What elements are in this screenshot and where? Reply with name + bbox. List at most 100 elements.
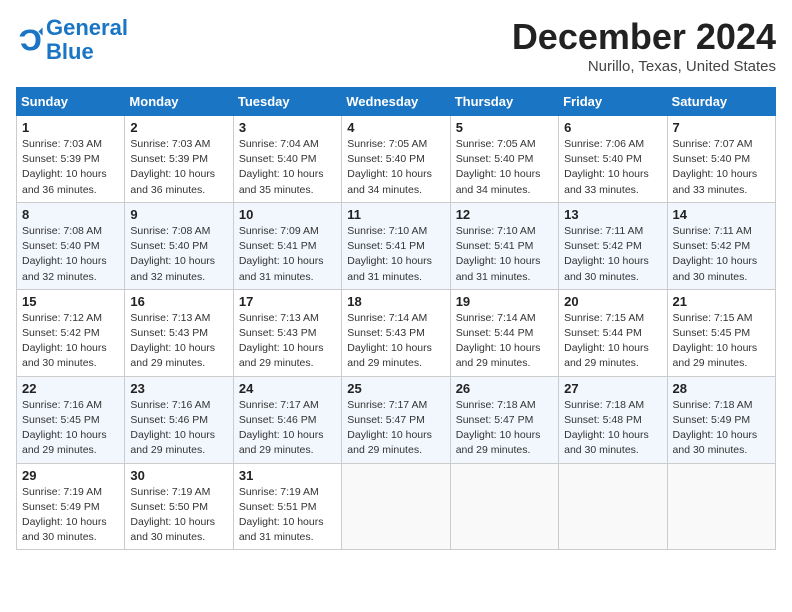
- day-number: 23: [130, 381, 227, 396]
- calendar-cell: 19 Sunrise: 7:14 AMSunset: 5:44 PMDaylig…: [450, 289, 558, 376]
- calendar-cell: 11 Sunrise: 7:10 AMSunset: 5:41 PMDaylig…: [342, 202, 450, 289]
- day-info: Sunrise: 7:10 AMSunset: 5:41 PMDaylight:…: [347, 225, 432, 283]
- calendar-cell: 23 Sunrise: 7:16 AMSunset: 5:46 PMDaylig…: [125, 376, 233, 463]
- day-info: Sunrise: 7:14 AMSunset: 5:43 PMDaylight:…: [347, 312, 432, 370]
- day-number: 25: [347, 381, 444, 396]
- day-info: Sunrise: 7:19 AMSunset: 5:49 PMDaylight:…: [22, 486, 107, 544]
- main-title: December 2024: [512, 16, 776, 58]
- day-info: Sunrise: 7:18 AMSunset: 5:48 PMDaylight:…: [564, 399, 649, 457]
- day-info: Sunrise: 7:08 AMSunset: 5:40 PMDaylight:…: [130, 225, 215, 283]
- day-number: 4: [347, 120, 444, 135]
- day-info: Sunrise: 7:03 AMSunset: 5:39 PMDaylight:…: [130, 138, 215, 196]
- calendar-cell: [559, 463, 667, 550]
- calendar-cell: 8 Sunrise: 7:08 AMSunset: 5:40 PMDayligh…: [17, 202, 125, 289]
- logo: General Blue: [16, 16, 128, 64]
- day-info: Sunrise: 7:13 AMSunset: 5:43 PMDaylight:…: [130, 312, 215, 370]
- calendar-cell: 16 Sunrise: 7:13 AMSunset: 5:43 PMDaylig…: [125, 289, 233, 376]
- calendar-cell: 3 Sunrise: 7:04 AMSunset: 5:40 PMDayligh…: [233, 116, 341, 203]
- day-info: Sunrise: 7:06 AMSunset: 5:40 PMDaylight:…: [564, 138, 649, 196]
- calendar-cell: 24 Sunrise: 7:17 AMSunset: 5:46 PMDaylig…: [233, 376, 341, 463]
- logo-icon: [16, 26, 44, 54]
- calendar-table: SundayMondayTuesdayWednesdayThursdayFrid…: [16, 87, 776, 550]
- calendar-cell: 26 Sunrise: 7:18 AMSunset: 5:47 PMDaylig…: [450, 376, 558, 463]
- calendar-cell: [342, 463, 450, 550]
- calendar-cell: 7 Sunrise: 7:07 AMSunset: 5:40 PMDayligh…: [667, 116, 775, 203]
- calendar-cell: 14 Sunrise: 7:11 AMSunset: 5:42 PMDaylig…: [667, 202, 775, 289]
- day-info: Sunrise: 7:19 AMSunset: 5:51 PMDaylight:…: [239, 486, 324, 544]
- calendar-cell: 20 Sunrise: 7:15 AMSunset: 5:44 PMDaylig…: [559, 289, 667, 376]
- calendar-cell: 4 Sunrise: 7:05 AMSunset: 5:40 PMDayligh…: [342, 116, 450, 203]
- day-number: 17: [239, 294, 336, 309]
- day-info: Sunrise: 7:15 AMSunset: 5:45 PMDaylight:…: [673, 312, 758, 370]
- header-friday: Friday: [559, 88, 667, 116]
- day-number: 24: [239, 381, 336, 396]
- calendar-cell: 21 Sunrise: 7:15 AMSunset: 5:45 PMDaylig…: [667, 289, 775, 376]
- day-info: Sunrise: 7:03 AMSunset: 5:39 PMDaylight:…: [22, 138, 107, 196]
- day-number: 31: [239, 468, 336, 483]
- calendar-week-1: 1 Sunrise: 7:03 AMSunset: 5:39 PMDayligh…: [17, 116, 776, 203]
- day-info: Sunrise: 7:19 AMSunset: 5:50 PMDaylight:…: [130, 486, 215, 544]
- day-number: 18: [347, 294, 444, 309]
- calendar-cell: 27 Sunrise: 7:18 AMSunset: 5:48 PMDaylig…: [559, 376, 667, 463]
- day-info: Sunrise: 7:17 AMSunset: 5:47 PMDaylight:…: [347, 399, 432, 457]
- calendar-week-5: 29 Sunrise: 7:19 AMSunset: 5:49 PMDaylig…: [17, 463, 776, 550]
- day-info: Sunrise: 7:17 AMSunset: 5:46 PMDaylight:…: [239, 399, 324, 457]
- day-info: Sunrise: 7:10 AMSunset: 5:41 PMDaylight:…: [456, 225, 541, 283]
- day-info: Sunrise: 7:07 AMSunset: 5:40 PMDaylight:…: [673, 138, 758, 196]
- day-info: Sunrise: 7:16 AMSunset: 5:46 PMDaylight:…: [130, 399, 215, 457]
- calendar-cell: 13 Sunrise: 7:11 AMSunset: 5:42 PMDaylig…: [559, 202, 667, 289]
- header-saturday: Saturday: [667, 88, 775, 116]
- day-number: 28: [673, 381, 770, 396]
- day-info: Sunrise: 7:09 AMSunset: 5:41 PMDaylight:…: [239, 225, 324, 283]
- day-info: Sunrise: 7:04 AMSunset: 5:40 PMDaylight:…: [239, 138, 324, 196]
- day-number: 22: [22, 381, 119, 396]
- calendar-cell: 6 Sunrise: 7:06 AMSunset: 5:40 PMDayligh…: [559, 116, 667, 203]
- calendar-cell: 1 Sunrise: 7:03 AMSunset: 5:39 PMDayligh…: [17, 116, 125, 203]
- day-number: 3: [239, 120, 336, 135]
- title-block: December 2024 Nurillo, Texas, United Sta…: [512, 16, 776, 75]
- calendar-cell: 30 Sunrise: 7:19 AMSunset: 5:50 PMDaylig…: [125, 463, 233, 550]
- day-number: 6: [564, 120, 661, 135]
- day-number: 30: [130, 468, 227, 483]
- day-number: 8: [22, 207, 119, 222]
- day-number: 12: [456, 207, 553, 222]
- day-number: 21: [673, 294, 770, 309]
- day-number: 7: [673, 120, 770, 135]
- day-number: 15: [22, 294, 119, 309]
- page-header: General Blue December 2024 Nurillo, Texa…: [16, 16, 776, 75]
- header-tuesday: Tuesday: [233, 88, 341, 116]
- calendar-cell: [450, 463, 558, 550]
- day-info: Sunrise: 7:18 AMSunset: 5:47 PMDaylight:…: [456, 399, 541, 457]
- day-number: 1: [22, 120, 119, 135]
- calendar-cell: 10 Sunrise: 7:09 AMSunset: 5:41 PMDaylig…: [233, 202, 341, 289]
- header-monday: Monday: [125, 88, 233, 116]
- calendar-cell: 2 Sunrise: 7:03 AMSunset: 5:39 PMDayligh…: [125, 116, 233, 203]
- header-wednesday: Wednesday: [342, 88, 450, 116]
- logo-text: General Blue: [46, 16, 128, 64]
- day-number: 14: [673, 207, 770, 222]
- calendar-cell: 29 Sunrise: 7:19 AMSunset: 5:49 PMDaylig…: [17, 463, 125, 550]
- day-number: 29: [22, 468, 119, 483]
- calendar-cell: [667, 463, 775, 550]
- header-thursday: Thursday: [450, 88, 558, 116]
- calendar-cell: 22 Sunrise: 7:16 AMSunset: 5:45 PMDaylig…: [17, 376, 125, 463]
- calendar-cell: 9 Sunrise: 7:08 AMSunset: 5:40 PMDayligh…: [125, 202, 233, 289]
- calendar-cell: 28 Sunrise: 7:18 AMSunset: 5:49 PMDaylig…: [667, 376, 775, 463]
- day-number: 9: [130, 207, 227, 222]
- calendar-cell: 5 Sunrise: 7:05 AMSunset: 5:40 PMDayligh…: [450, 116, 558, 203]
- day-info: Sunrise: 7:05 AMSunset: 5:40 PMDaylight:…: [347, 138, 432, 196]
- day-info: Sunrise: 7:13 AMSunset: 5:43 PMDaylight:…: [239, 312, 324, 370]
- day-info: Sunrise: 7:16 AMSunset: 5:45 PMDaylight:…: [22, 399, 107, 457]
- calendar-cell: 25 Sunrise: 7:17 AMSunset: 5:47 PMDaylig…: [342, 376, 450, 463]
- day-info: Sunrise: 7:11 AMSunset: 5:42 PMDaylight:…: [673, 225, 758, 283]
- day-number: 27: [564, 381, 661, 396]
- day-info: Sunrise: 7:05 AMSunset: 5:40 PMDaylight:…: [456, 138, 541, 196]
- calendar-week-3: 15 Sunrise: 7:12 AMSunset: 5:42 PMDaylig…: [17, 289, 776, 376]
- calendar-cell: 17 Sunrise: 7:13 AMSunset: 5:43 PMDaylig…: [233, 289, 341, 376]
- calendar-week-4: 22 Sunrise: 7:16 AMSunset: 5:45 PMDaylig…: [17, 376, 776, 463]
- day-info: Sunrise: 7:18 AMSunset: 5:49 PMDaylight:…: [673, 399, 758, 457]
- subtitle: Nurillo, Texas, United States: [512, 58, 776, 75]
- calendar-header-row: SundayMondayTuesdayWednesdayThursdayFrid…: [17, 88, 776, 116]
- header-sunday: Sunday: [17, 88, 125, 116]
- day-number: 26: [456, 381, 553, 396]
